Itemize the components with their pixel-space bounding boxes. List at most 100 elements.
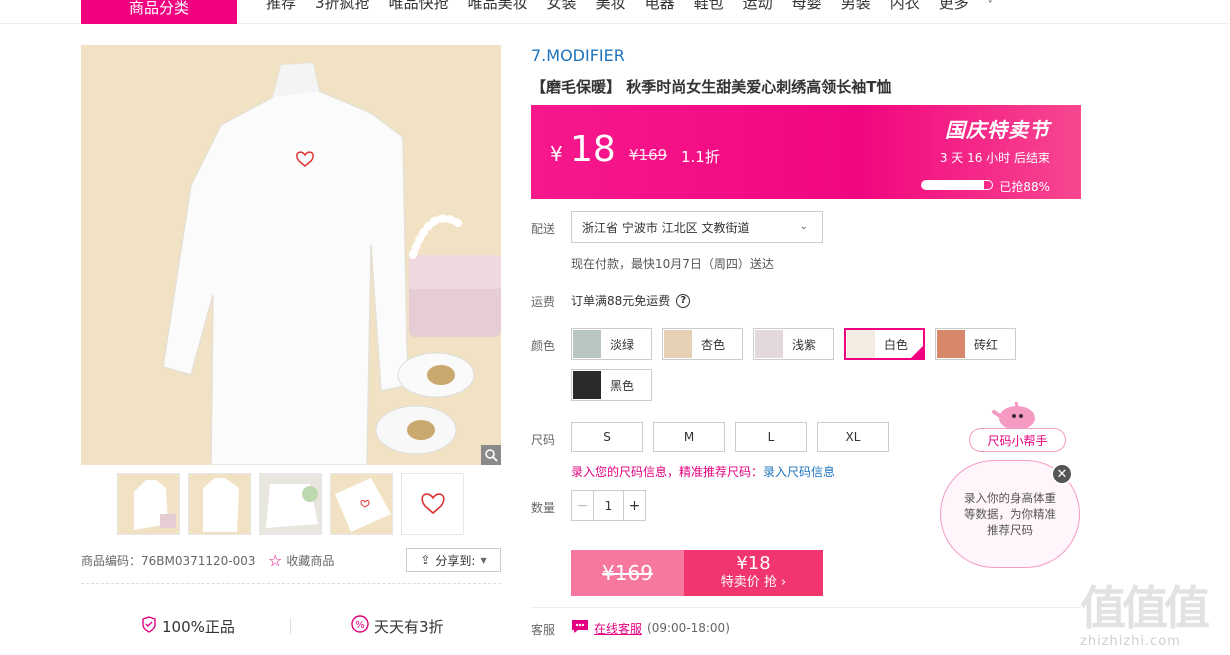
quantity-stepper: − 1 + bbox=[571, 490, 646, 521]
nav-item-sports[interactable]: 运动 bbox=[743, 0, 773, 17]
buy-now-price: ¥18 bbox=[736, 553, 771, 574]
thumbnail-3[interactable] bbox=[259, 473, 322, 535]
color-option-white[interactable]: 白色 bbox=[844, 328, 925, 360]
size-option-m[interactable]: M bbox=[653, 422, 725, 452]
zoom-icon[interactable] bbox=[481, 445, 501, 465]
watermark-url: zhizhizhi.com bbox=[1080, 634, 1181, 649]
size-option-l[interactable]: L bbox=[735, 422, 807, 452]
sold-percentage: 已抢88% bbox=[999, 180, 1050, 194]
product-title: 【磨毛保暖】 秋季时尚女生甜美爱心刺绣高领长袖T恤 bbox=[531, 78, 892, 96]
size-hint-text: 录入您的尺码信息，精准推荐尺码： bbox=[571, 465, 764, 479]
size-hint: 录入您的尺码信息，精准推荐尺码：录入尺码信息 bbox=[571, 463, 835, 480]
nav-item-shoes-bags[interactable]: 鞋包 bbox=[694, 0, 724, 17]
nav-item-appliances[interactable]: 电器 bbox=[645, 0, 675, 17]
color-option-label: 黑色 bbox=[610, 378, 635, 393]
brand-name[interactable]: 7.MODIFIER bbox=[531, 46, 625, 65]
buy-now-button[interactable]: ¥18 特卖价 抢 › bbox=[684, 550, 823, 596]
color-option-light-purple[interactable]: 浅紫 bbox=[753, 328, 834, 360]
nav-item-more[interactable]: 更多 ˅ bbox=[939, 0, 1012, 17]
customer-service: 在线客服 (09:00-18:00) bbox=[571, 619, 730, 637]
quantity-increment-button[interactable]: + bbox=[623, 491, 645, 520]
shield-icon bbox=[141, 615, 157, 637]
nav-item-beauty-picks[interactable]: 唯品美妆 bbox=[468, 0, 528, 17]
guarantee-row: 100%正品 % 天天有3折 bbox=[81, 612, 501, 640]
selected-check-icon bbox=[910, 345, 924, 359]
top-navigation: 商品分类 推荐 3折疯抢 唯品快抢 唯品美妆 女装 美妆 电器 鞋包 运动 母婴… bbox=[0, 0, 1230, 24]
discount-rate: 1.1折 bbox=[681, 148, 720, 166]
color-option-label: 砖红 bbox=[974, 337, 999, 352]
nav-item-beauty[interactable]: 美妆 bbox=[596, 0, 626, 17]
favorite-button[interactable]: ☆ 收藏商品 bbox=[268, 548, 334, 572]
watermark-logo: 值值值 bbox=[1080, 581, 1210, 635]
close-icon[interactable]: ✕ bbox=[1051, 463, 1073, 485]
divider bbox=[81, 583, 501, 584]
color-option-brick-red[interactable]: 砖红 bbox=[935, 328, 1016, 360]
size-helper-mascot[interactable] bbox=[990, 398, 1040, 430]
quantity-decrement-button[interactable]: − bbox=[572, 491, 594, 520]
buy-area: ¥169 ¥18 特卖价 抢 › bbox=[571, 550, 823, 596]
address-select[interactable]: 浙江省 宁波市 江北区 文教街道 ⌄ bbox=[571, 211, 823, 243]
online-service-link[interactable]: 在线客服 bbox=[594, 620, 642, 637]
nav-item-recommend[interactable]: 推荐 bbox=[266, 0, 296, 17]
thumbnail-2[interactable] bbox=[188, 473, 251, 535]
product-meta-row: 商品编码：76BM0371120-003 ☆ 收藏商品 ⇪ 分享到: ▼ bbox=[81, 548, 501, 572]
sold-progress-bar bbox=[921, 180, 993, 190]
color-option-label: 淡绿 bbox=[610, 337, 635, 352]
nav-item-mens[interactable]: 男装 bbox=[841, 0, 871, 17]
color-option-label: 杏色 bbox=[701, 337, 726, 352]
chevron-down-icon: ⌄ bbox=[799, 221, 808, 232]
size-option-xl[interactable]: XL bbox=[817, 422, 889, 452]
guarantee-separator bbox=[290, 618, 291, 634]
help-icon[interactable]: ? bbox=[676, 293, 691, 308]
color-swatch bbox=[664, 330, 692, 358]
guarantee-authentic: 100%正品 bbox=[141, 615, 235, 637]
shipping-label: 运费 bbox=[531, 295, 556, 309]
nav-item-underwear[interactable]: 内衣 bbox=[890, 0, 920, 17]
nav-item-flash-sale[interactable]: 唯品快抢 bbox=[389, 0, 449, 17]
buy-now-label: 特卖价 抢 › bbox=[720, 575, 787, 590]
shipping-text: 订单满88元免运费 bbox=[571, 294, 671, 308]
thumbnail-strip bbox=[117, 473, 464, 535]
nav-item-30pct-sale[interactable]: 3折疯抢 bbox=[315, 0, 370, 17]
product-code: 商品编码：76BM0371120-003 bbox=[81, 553, 256, 568]
sale-price: 18 bbox=[570, 129, 616, 170]
product-main-image[interactable] bbox=[81, 45, 501, 465]
currency-symbol: ¥ bbox=[550, 142, 563, 166]
guarantee-discount-label: 天天有3折 bbox=[374, 617, 444, 636]
color-swatch bbox=[573, 371, 601, 399]
original-price: ¥169 bbox=[629, 146, 668, 164]
original-price-button[interactable]: ¥169 bbox=[571, 550, 684, 596]
thumbnail-1[interactable] bbox=[117, 473, 180, 535]
size-info-link[interactable]: 录入尺码信息 bbox=[763, 465, 835, 479]
nav-items: 推荐 3折疯抢 唯品快抢 唯品美妆 女装 美妆 电器 鞋包 运动 母婴 男装 内… bbox=[266, 0, 1031, 17]
color-swatch bbox=[573, 330, 601, 358]
color-swatch bbox=[847, 330, 875, 358]
sold-progress-fill bbox=[922, 181, 984, 189]
color-swatch bbox=[937, 330, 965, 358]
quantity-input[interactable]: 1 bbox=[594, 491, 623, 520]
service-hours: (09:00-18:00) bbox=[647, 621, 730, 635]
size-helper-tag[interactable]: 尺码小帮手 bbox=[969, 428, 1066, 452]
color-option-black[interactable]: 黑色 bbox=[571, 369, 652, 401]
color-option-label: 浅紫 bbox=[792, 337, 817, 352]
thumbnail-4[interactable] bbox=[330, 473, 393, 535]
star-icon: ☆ bbox=[268, 550, 283, 570]
guarantee-authentic-label: 100%正品 bbox=[162, 617, 235, 636]
divider bbox=[531, 607, 1081, 608]
share-icon: ⇪ bbox=[420, 553, 431, 567]
color-option-apricot[interactable]: 杏色 bbox=[662, 328, 743, 360]
category-menu-button[interactable]: 商品分类 bbox=[81, 0, 237, 24]
product-photo bbox=[81, 45, 501, 465]
share-button[interactable]: ⇪ 分享到: ▼ bbox=[406, 548, 501, 572]
site-watermark: 值值值 zhizhizhi.com bbox=[1080, 572, 1230, 655]
shipping-info: 订单满88元免运费 ? bbox=[571, 292, 691, 309]
thumbnail-5[interactable] bbox=[401, 473, 464, 535]
festival-title: 国庆特卖节 bbox=[945, 118, 1050, 142]
nav-more-label: 更多 bbox=[938, 0, 969, 12]
nav-item-womens[interactable]: 女装 bbox=[547, 0, 577, 17]
nav-item-baby[interactable]: 母婴 bbox=[792, 0, 822, 17]
countdown-timer: 3 天 16 小时 后结束 bbox=[939, 151, 1050, 165]
color-option-light-green[interactable]: 淡绿 bbox=[571, 328, 652, 360]
chevron-down-icon: ˅ bbox=[987, 0, 993, 11]
size-option-s[interactable]: S bbox=[571, 422, 643, 452]
